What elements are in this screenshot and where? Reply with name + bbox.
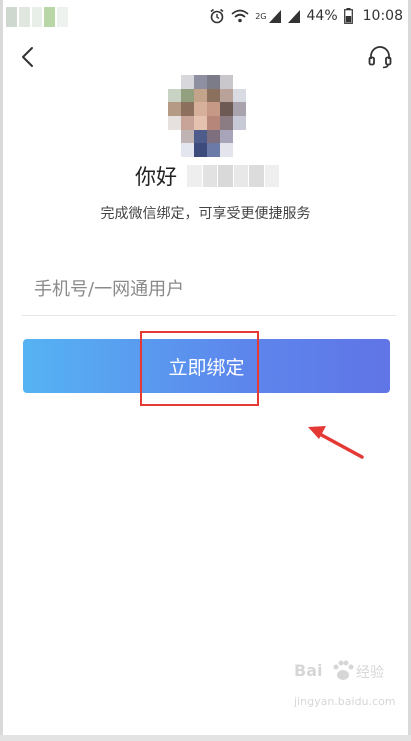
watermark-brand: Bai	[294, 661, 323, 680]
alarm-icon	[210, 8, 224, 24]
status-icons: 2G 44% 10:08	[209, 8, 403, 24]
status-bar: 2G 44% 10:08	[0, 0, 411, 34]
bind-subtitle: 完成微信绑定，可享受更便捷服务	[100, 206, 311, 222]
wifi-icon	[231, 9, 249, 23]
paw-icon	[333, 660, 354, 680]
chevron-left-icon	[22, 47, 33, 67]
battery-percent: 44%	[306, 8, 338, 24]
phone-input[interactable]	[22, 265, 396, 313]
headset-icon	[368, 46, 392, 69]
signal-icon-2	[287, 9, 300, 23]
username-blurred	[187, 165, 279, 187]
frame-edge-bottom	[0, 735, 411, 741]
notification-icons-blurred	[6, 7, 68, 27]
watermark-suffix: 经验	[356, 665, 384, 681]
red-arrow-icon	[308, 426, 364, 459]
phone-field	[22, 265, 396, 316]
customer-service-button[interactable]	[367, 44, 393, 70]
avatar	[168, 75, 246, 157]
status-time: 10:08	[362, 8, 403, 24]
signal-icon-1	[268, 9, 281, 23]
network-type-label: 2G	[255, 11, 267, 21]
battery-icon	[343, 8, 353, 24]
greeting-text: 你好	[135, 165, 177, 189]
greeting: 你好	[135, 160, 279, 192]
frame-edge-left	[0, 0, 3, 741]
highlight-box	[140, 331, 259, 406]
watermark: Bai 经验 jingyan.baidu.com	[294, 657, 396, 719]
back-button[interactable]	[16, 44, 42, 70]
watermark-url: jingyan.baidu.com	[294, 695, 396, 708]
